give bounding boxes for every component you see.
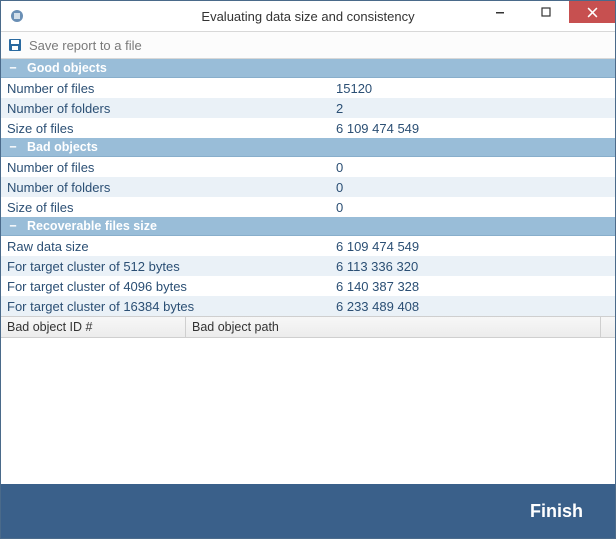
section-title: Recoverable files size — [27, 219, 157, 233]
close-button[interactable] — [569, 1, 615, 23]
row-cluster-16384: For target cluster of 16384 bytes 6 233 … — [1, 296, 615, 316]
toolbar: Save report to a file — [1, 31, 615, 59]
row-good-folders: Number of folders 2 — [1, 98, 615, 118]
row-good-files: Number of files 15120 — [1, 78, 615, 98]
label: For target cluster of 16384 bytes — [1, 299, 334, 314]
value: 2 — [334, 101, 615, 116]
row-cluster-512: For target cluster of 512 bytes 6 113 33… — [1, 256, 615, 276]
label: Number of folders — [1, 180, 334, 195]
title-bar: Evaluating data size and consistency — [1, 1, 615, 31]
column-bad-object-id[interactable]: Bad object ID # — [1, 317, 186, 337]
section-title: Bad objects — [27, 140, 98, 154]
value: 0 — [334, 160, 615, 175]
row-bad-files: Number of files 0 — [1, 157, 615, 177]
report-content: − Good objects Number of files 15120 Num… — [1, 59, 615, 488]
label: For target cluster of 512 bytes — [1, 259, 334, 274]
label: Number of files — [1, 81, 334, 96]
row-bad-size: Size of files 0 — [1, 197, 615, 217]
value: 15120 — [334, 81, 615, 96]
column-spacer — [601, 317, 615, 337]
save-report-label[interactable]: Save report to a file — [29, 38, 142, 53]
value: 6 233 489 408 — [334, 299, 615, 314]
save-icon[interactable] — [7, 37, 23, 53]
value: 0 — [334, 180, 615, 195]
maximize-button[interactable] — [523, 1, 569, 23]
app-icon — [9, 8, 25, 24]
finish-button[interactable]: Finish — [524, 500, 589, 523]
row-bad-folders: Number of folders 0 — [1, 177, 615, 197]
section-title: Good objects — [27, 61, 107, 75]
footer-bar: Finish — [1, 484, 615, 538]
section-bad-objects: Number of files 0 Number of folders 0 Si… — [1, 157, 615, 217]
collapse-icon[interactable]: − — [7, 61, 19, 75]
window-buttons — [477, 1, 615, 31]
value: 6 113 336 320 — [334, 259, 615, 274]
label: Number of files — [1, 160, 334, 175]
label: Raw data size — [1, 239, 334, 254]
section-recoverable: Raw data size 6 109 474 549 For target c… — [1, 236, 615, 316]
collapse-icon[interactable]: − — [7, 219, 19, 233]
label: Size of files — [1, 121, 334, 136]
collapse-icon[interactable]: − — [7, 140, 19, 154]
row-raw-size: Raw data size 6 109 474 549 — [1, 236, 615, 256]
bad-objects-grid-body — [1, 338, 615, 488]
value: 6 140 387 328 — [334, 279, 615, 294]
label: For target cluster of 4096 bytes — [1, 279, 334, 294]
bad-objects-grid-header: Bad object ID # Bad object path — [1, 316, 615, 338]
value: 6 109 474 549 — [334, 239, 615, 254]
value: 6 109 474 549 — [334, 121, 615, 136]
section-bad-objects-header[interactable]: − Bad objects — [1, 138, 615, 157]
section-good-objects: Number of files 15120 Number of folders … — [1, 78, 615, 138]
row-cluster-4096: For target cluster of 4096 bytes 6 140 3… — [1, 276, 615, 296]
section-recoverable-header[interactable]: − Recoverable files size — [1, 217, 615, 236]
section-good-objects-header[interactable]: − Good objects — [1, 59, 615, 78]
label: Number of folders — [1, 101, 334, 116]
value: 0 — [334, 200, 615, 215]
column-bad-object-path[interactable]: Bad object path — [186, 317, 601, 337]
minimize-button[interactable] — [477, 1, 523, 23]
label: Size of files — [1, 200, 334, 215]
row-good-size: Size of files 6 109 474 549 — [1, 118, 615, 138]
